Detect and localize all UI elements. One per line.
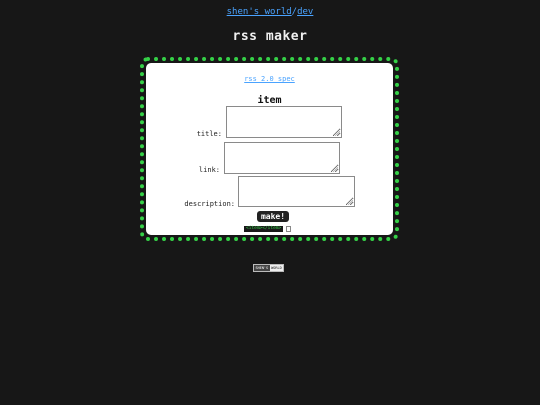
link-field[interactable] — [224, 142, 340, 174]
badge-left-text: SHEN'S — [254, 265, 270, 271]
output-row: <item></item> — [244, 225, 292, 233]
description-label: description: — [184, 200, 235, 208]
site-badge[interactable]: SHEN'S WORLD — [253, 264, 285, 272]
rss-output-text[interactable]: <item></item> — [244, 226, 284, 232]
card-body: rss 2.0 spec item title: link: descripti… — [146, 63, 393, 235]
item-section-title: item — [257, 95, 282, 106]
make-button[interactable]: make! — [257, 211, 289, 222]
copy-checkbox-icon[interactable] — [286, 226, 292, 232]
page-title: rss maker — [232, 29, 308, 44]
rss-spec-link[interactable]: rss 2.0 spec — [146, 75, 393, 83]
link-label: link: — [198, 166, 220, 174]
badge-right-text: WORLD — [269, 265, 284, 271]
title-label: title: — [196, 130, 222, 138]
rss-maker-card: rss 2.0 spec item title: link: descripti… — [140, 57, 399, 241]
crumb-dev-link[interactable]: dev — [297, 7, 313, 17]
description-field[interactable] — [238, 176, 355, 207]
crumb-home-link[interactable]: shen's world — [227, 7, 292, 17]
title-field[interactable] — [226, 106, 342, 138]
breadcrumb: shen's world/dev — [0, 7, 540, 17]
